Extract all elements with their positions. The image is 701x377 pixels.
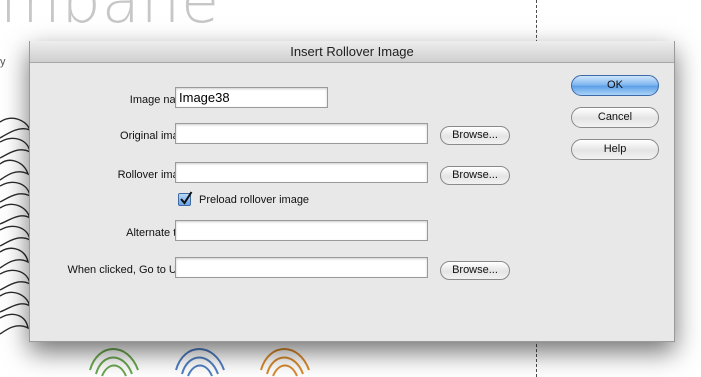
image-name-input[interactable]: Image38 bbox=[175, 87, 328, 108]
browse-rollover-image-button[interactable]: Browse... bbox=[440, 166, 510, 185]
go-to-url-label: When clicked, Go to URL: bbox=[67, 264, 194, 276]
help-button[interactable]: Help bbox=[571, 139, 659, 160]
original-image-label: Original image: bbox=[120, 130, 194, 142]
alternate-text-input[interactable] bbox=[175, 220, 428, 241]
background-text-fragment: y bbox=[0, 56, 6, 68]
rollover-image-label: Rollover image: bbox=[117, 169, 194, 181]
browse-original-image-button[interactable]: Browse... bbox=[440, 126, 510, 145]
preload-rollover-checkbox[interactable] bbox=[178, 191, 193, 206]
preload-rollover-label[interactable]: Preload rollover image bbox=[199, 194, 309, 206]
ok-button[interactable]: OK bbox=[571, 75, 659, 96]
checkmark-icon bbox=[180, 191, 193, 205]
decorative-artwork-orange bbox=[260, 348, 310, 377]
decorative-artwork-blue bbox=[175, 348, 225, 377]
cancel-button[interactable]: Cancel bbox=[571, 107, 659, 128]
image-name-label: Image name: bbox=[129, 94, 194, 106]
go-to-url-input[interactable] bbox=[175, 257, 428, 278]
insert-rollover-image-dialog: Insert Rollover Image Image name: Image3… bbox=[29, 41, 675, 342]
rollover-image-input[interactable] bbox=[175, 162, 428, 183]
decorative-artwork-left bbox=[0, 117, 32, 335]
original-image-input[interactable] bbox=[175, 123, 428, 144]
decorative-artwork-green bbox=[89, 348, 139, 377]
background-heading: mbane bbox=[0, 0, 221, 37]
dialog-title: Insert Rollover Image bbox=[30, 41, 674, 63]
alternate-text-label: Alternate text: bbox=[126, 227, 194, 239]
browse-url-button[interactable]: Browse... bbox=[440, 261, 510, 280]
